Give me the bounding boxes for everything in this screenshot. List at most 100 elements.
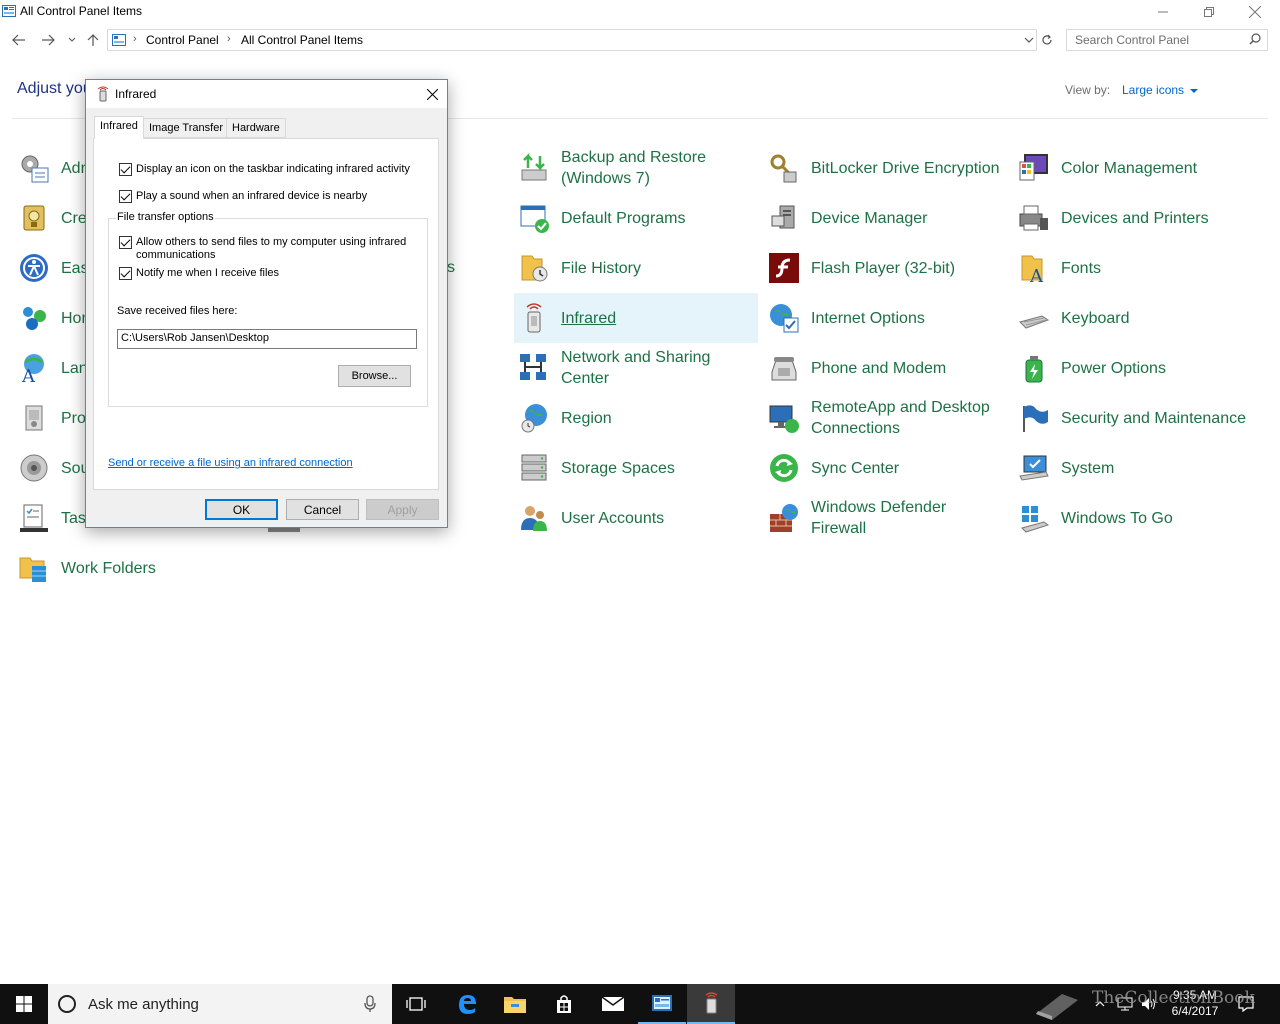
item-label: File History (561, 259, 642, 277)
tab-infrared[interactable]: Infrared (94, 116, 144, 139)
chevron-down-icon (1024, 37, 1034, 43)
checkbox-label: Allow others to send files to my compute… (136, 236, 407, 261)
control-panel-item-phone-modem[interactable]: Phone and Modem (764, 343, 1008, 393)
devices-printers-icon (1019, 205, 1048, 231)
checkbox-checked[interactable] (119, 163, 132, 176)
taskbar-store[interactable] (540, 984, 588, 1024)
book-logo-icon (1036, 994, 1078, 1020)
view-by-dropdown[interactable]: Large icons (1122, 83, 1199, 97)
recent-locations-button[interactable] (62, 30, 82, 50)
svg-text:A: A (21, 366, 36, 384)
item-label: Device Manager (811, 209, 928, 227)
cancel-button[interactable]: Cancel (286, 499, 359, 520)
apply-button[interactable]: Apply (366, 499, 439, 520)
cortana-search-box[interactable]: Ask me anything (48, 984, 392, 1024)
start-button[interactable] (0, 984, 48, 1024)
mail-icon (601, 996, 625, 1011)
control-panel-item-region[interactable]: Region (514, 393, 758, 443)
task-view-button[interactable] (392, 984, 440, 1024)
control-panel-item-backup-restore[interactable]: Backup and Restore (Windows 7) (514, 143, 758, 193)
breadcrumb-separator-icon: › (133, 33, 137, 45)
taskbar-edge[interactable] (443, 984, 491, 1024)
save-location-label: Save received files here: (117, 305, 238, 317)
taskbar-mail[interactable] (589, 984, 637, 1024)
item-label: System (1061, 459, 1115, 477)
control-panel-item-network-sharing[interactable]: Network and Sharing Center (514, 343, 758, 393)
credential-manager-icon (23, 205, 45, 231)
address-dropdown-button[interactable] (1024, 33, 1034, 47)
checkbox-play-sound[interactable]: Play a sound when an infrared device is … (119, 190, 367, 203)
item-label: Pro (61, 409, 86, 427)
item-label: Flash Player (32-bit) (811, 259, 956, 277)
taskbar-file-explorer[interactable] (491, 984, 539, 1024)
tab-image-transfer[interactable]: Image Transfer (143, 118, 229, 138)
up-button[interactable] (83, 30, 103, 50)
control-panel-item-remoteapp[interactable]: RemoteApp and Desktop Connections (764, 393, 1008, 443)
control-panel-item-fonts[interactable]: A Fonts (1014, 243, 1258, 293)
breadcrumb-control-panel[interactable]: Control Panel (146, 33, 219, 47)
checkbox-checked[interactable] (119, 236, 132, 249)
save-path-field[interactable]: C:\Users\Rob Jansen\Desktop (117, 329, 417, 349)
edge-icon (459, 995, 476, 1014)
ok-button[interactable]: OK (205, 499, 278, 520)
cortana-icon (58, 995, 76, 1013)
close-window-button[interactable] (1232, 0, 1278, 24)
control-panel-item-security-maintenance[interactable]: Security and Maintenance (1014, 393, 1258, 443)
checkbox-label: Display an icon on the taskbar indicatin… (136, 163, 410, 175)
breadcrumb-separator-icon: › (227, 33, 231, 45)
control-panel-item-flash-player[interactable]: Flash Player (32-bit) (764, 243, 1008, 293)
control-panel-item-default-programs[interactable]: Default Programs (514, 193, 758, 243)
control-panel-item-user-accounts[interactable]: User Accounts (514, 493, 758, 543)
checkbox-taskbar-icon[interactable]: Display an icon on the taskbar indicatin… (119, 163, 410, 176)
control-panel-item-infrared[interactable]: Infrared (514, 293, 758, 343)
restore-button[interactable] (1186, 0, 1232, 24)
forward-button[interactable] (38, 30, 58, 50)
taskbar-control-panel[interactable] (638, 984, 686, 1024)
search-placeholder: Search Control Panel (1075, 33, 1190, 47)
control-panel-item-devices-printers[interactable]: Devices and Printers (1014, 193, 1258, 243)
view-by-label: View by: (1065, 83, 1111, 97)
control-panel-item-system[interactable]: System (1014, 443, 1258, 493)
microphone-icon[interactable] (364, 995, 376, 1013)
breadcrumb-all-items[interactable]: All Control Panel Items (241, 33, 363, 47)
back-button[interactable] (9, 30, 29, 50)
region-globe-icon (521, 404, 547, 433)
refresh-button[interactable] (1038, 30, 1056, 50)
control-panel-item-sync-center[interactable]: Sync Center (764, 443, 1008, 493)
control-panel-item-power-options[interactable]: Power Options (1014, 343, 1258, 393)
checkbox-checked[interactable] (119, 267, 132, 280)
control-panel-item-firewall[interactable]: Windows Defender Firewall (764, 493, 1008, 543)
checkbox-allow-others[interactable]: Allow others to send files to my compute… (119, 236, 406, 262)
control-panel-item-color-management[interactable]: Color Management (1014, 143, 1258, 193)
tab-hardware[interactable]: Hardware (226, 118, 286, 138)
control-panel-item-windows-to-go[interactable]: Windows To Go (1014, 493, 1258, 543)
minimize-icon (1158, 11, 1168, 13)
search-input[interactable]: Search Control Panel (1066, 29, 1268, 51)
dialog-close-button[interactable] (424, 86, 440, 102)
control-panel-item-keyboard[interactable]: Keyboard (1014, 293, 1258, 343)
address-bar[interactable]: › Control Panel › All Control Panel Item… (107, 29, 1037, 51)
forward-arrow-icon (42, 34, 55, 46)
send-receive-link[interactable]: Send or receive a file using an infrared… (108, 457, 353, 469)
checkbox-notify[interactable]: Notify me when I receive files (119, 267, 279, 280)
item-label-partial[interactable]: s (447, 259, 455, 277)
control-panel-item-storage-spaces[interactable]: Storage Spaces (514, 443, 758, 493)
control-panel-item-file-history[interactable]: File History (514, 243, 758, 293)
checkbox-label: Play a sound when an infrared device is … (136, 190, 368, 202)
control-panel-item-device-manager[interactable]: Device Manager (764, 193, 1008, 243)
control-panel-item-bitlocker[interactable]: BitLocker Drive Encryption (764, 143, 1008, 193)
group-legend: File transfer options (116, 211, 215, 223)
dialog-title: Infrared (115, 87, 157, 101)
control-panel-item-internet-options[interactable]: Internet Options (764, 293, 1008, 343)
storage-spaces-icon (521, 454, 547, 481)
infrared-icon (705, 992, 718, 1014)
checkbox-checked[interactable] (119, 190, 132, 203)
item-label: BitLocker Drive Encryption (811, 159, 1000, 177)
browse-button[interactable]: Browse... (338, 365, 411, 387)
fonts-icon: A (1021, 255, 1044, 284)
taskbar-infrared[interactable] (687, 984, 735, 1024)
search-prompt: Ask me anything (88, 996, 199, 1013)
dialog-titlebar[interactable]: Infrared (86, 80, 447, 108)
control-panel-item-work-folders[interactable]: Work Folders (14, 543, 258, 593)
minimize-button[interactable] (1140, 0, 1186, 24)
